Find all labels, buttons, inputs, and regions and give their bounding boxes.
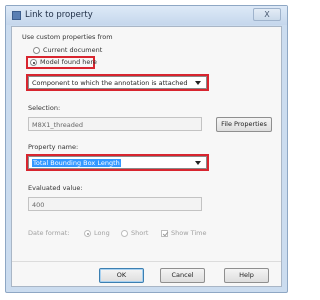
title-bar[interactable]: Link to property X [6,6,287,25]
property-name-selected-text: Total Bounding Box Length [32,159,121,167]
selection-value: M8X1_threaded [32,121,84,129]
date-long-label[interactable]: Long [94,229,110,237]
dialog-window: Link to property X Use custom properties… [5,5,288,293]
group-heading: Use custom properties from [22,33,113,41]
current-document-radio[interactable] [33,47,40,54]
button-separator [12,261,281,262]
date-long-radio[interactable] [84,230,91,237]
evaluated-value-label: Evaluated value: [28,184,83,192]
date-short-label[interactable]: Short [131,229,148,237]
selection-field: M8X1_threaded [28,117,202,131]
selection-label: Selection: [28,104,61,112]
show-time-checkbox[interactable] [161,230,168,237]
date-short-radio[interactable] [121,230,128,237]
component-dropdown-value: Component to which the annotation is att… [32,79,188,87]
evaluated-value-field: 400 [28,197,202,211]
component-dropdown[interactable]: Component to which the annotation is att… [28,76,207,89]
dialog-body: Use custom properties from Current docum… [11,26,282,287]
property-name-value: Total Bounding Box Length [32,159,121,167]
property-name-label: Property name: [28,143,79,151]
app-icon [12,11,21,20]
help-button[interactable]: Help [224,268,269,283]
chevron-down-icon [195,161,201,165]
close-icon: X [264,10,270,19]
dialog-title: Link to property [25,10,93,20]
close-button[interactable]: X [253,8,281,21]
model-found-here-radio[interactable] [30,59,37,66]
date-format-label: Date format: [28,229,70,237]
cancel-button[interactable]: Cancel [160,268,205,283]
file-properties-button[interactable]: File Properties [216,117,272,132]
ok-button[interactable]: OK [99,268,144,283]
show-time-label[interactable]: Show Time [171,229,207,237]
chevron-down-icon [195,81,201,85]
evaluated-value: 400 [32,201,45,209]
current-document-label[interactable]: Current document [43,46,102,54]
property-name-dropdown[interactable]: Total Bounding Box Length [28,156,207,169]
model-found-here-label[interactable]: Model found here [40,58,97,66]
